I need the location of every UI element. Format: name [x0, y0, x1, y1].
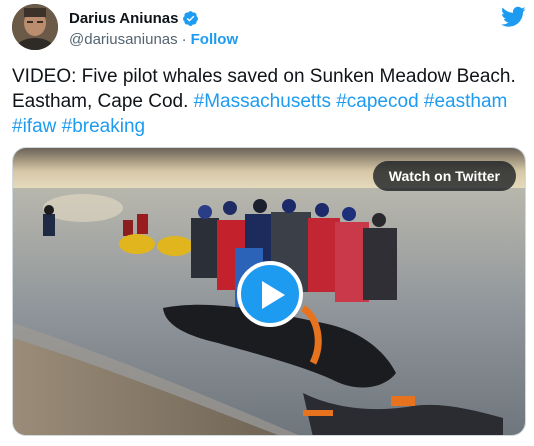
hashtag-capecod[interactable]: #capecod [336, 91, 418, 112]
display-name[interactable]: Darius Aniunas [69, 10, 178, 27]
verified-badge-icon [182, 10, 199, 27]
tweet-card: Darius Aniunas @dariusaniunas · Follow V… [0, 0, 534, 446]
tweet-header: Darius Aniunas @dariusaniunas · Follow [12, 4, 526, 52]
name-row: Darius Aniunas [69, 10, 199, 27]
twitter-bird-icon[interactable] [501, 6, 526, 28]
hashtag-ifaw[interactable]: #ifaw [12, 116, 56, 137]
hashtag-breaking[interactable]: #breaking [62, 116, 145, 137]
play-button[interactable] [237, 261, 303, 327]
watch-on-twitter-button[interactable]: Watch on Twitter [372, 161, 516, 191]
video-media[interactable]: Watch on Twitter [12, 147, 526, 436]
avatar[interactable] [12, 4, 58, 50]
handle-row: @dariusaniunas · Follow [69, 31, 238, 48]
tweet-text: VIDEO: Five pilot whales saved on Sunken… [12, 64, 526, 139]
hashtag-eastham[interactable]: #eastham [424, 91, 507, 112]
play-icon [262, 281, 285, 309]
separator-dot: · [181, 31, 187, 48]
handle[interactable]: @dariusaniunas [69, 31, 178, 48]
follow-link[interactable]: Follow [191, 31, 239, 48]
hashtag-massachusetts[interactable]: #Massachusetts [194, 91, 331, 112]
